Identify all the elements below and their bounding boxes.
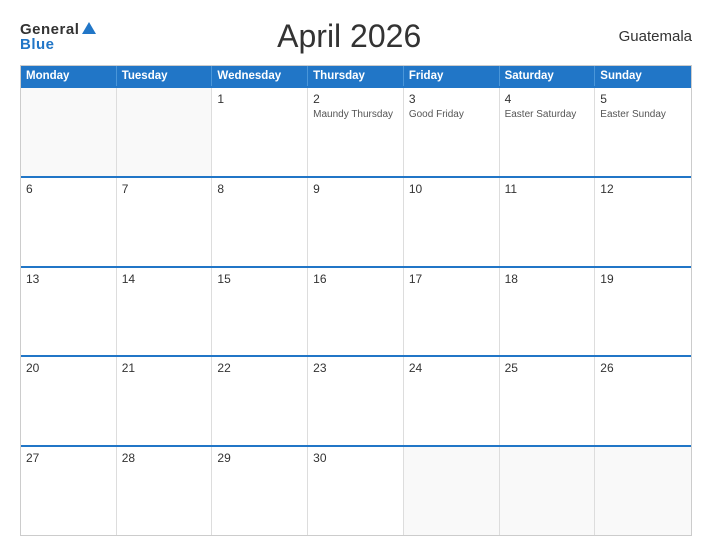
day-number: 27 (26, 451, 111, 465)
holiday-label: Easter Saturday (505, 109, 577, 120)
calendar-header: Monday Tuesday Wednesday Thursday Friday… (21, 66, 691, 86)
header-friday: Friday (404, 66, 500, 86)
country-label: Guatemala (602, 28, 692, 45)
header-wednesday: Wednesday (212, 66, 308, 86)
calendar-body: 12 Maundy Thursday 3 Good Friday 4 Easter Sat… (21, 86, 691, 535)
day-number: 5 (600, 92, 686, 106)
calendar-cell-w1-d7: 5 Easter Sunday (595, 88, 691, 176)
calendar-cell-w4-d1: 20 (21, 357, 117, 445)
week-row-3: 13 14 15 16 17 18 19 (21, 266, 691, 356)
calendar-cell-w1-d2 (117, 88, 213, 176)
calendar-cell-w3-d3: 15 (212, 268, 308, 356)
calendar-cell-w5-d7 (595, 447, 691, 535)
header-thursday: Thursday (308, 66, 404, 86)
calendar-cell-w3-d1: 13 (21, 268, 117, 356)
calendar-cell-w2-d1: 6 (21, 178, 117, 266)
day-number: 16 (313, 272, 398, 286)
day-number: 6 (26, 182, 111, 196)
header-tuesday: Tuesday (117, 66, 213, 86)
calendar-cell-w2-d6: 11 (500, 178, 596, 266)
header-sunday: Sunday (595, 66, 691, 86)
day-number: 3 (409, 92, 494, 106)
day-number: 8 (217, 182, 302, 196)
calendar-page: General Blue April 2026 Guatemala Monday… (0, 0, 712, 550)
calendar-cell-w2-d5: 10 (404, 178, 500, 266)
calendar-cell-w4-d6: 25 (500, 357, 596, 445)
day-number: 4 (505, 92, 590, 106)
day-number: 11 (505, 182, 590, 196)
header-saturday: Saturday (500, 66, 596, 86)
calendar-cell-w4-d3: 22 (212, 357, 308, 445)
calendar-cell-w1-d4: 2 Maundy Thursday (308, 88, 404, 176)
day-number: 29 (217, 451, 302, 465)
day-number: 24 (409, 361, 494, 375)
week-row-5: 27 28 29 30 (21, 445, 691, 535)
day-number: 21 (122, 361, 207, 375)
day-number: 18 (505, 272, 590, 286)
calendar-cell-w3-d2: 14 (117, 268, 213, 356)
day-number: 23 (313, 361, 398, 375)
holiday-label: Easter Sunday (600, 109, 666, 120)
day-number: 13 (26, 272, 111, 286)
day-number: 15 (217, 272, 302, 286)
calendar-cell-w1-d3: 1 (212, 88, 308, 176)
day-number: 25 (505, 361, 590, 375)
page-header: General Blue April 2026 Guatemala (20, 18, 692, 55)
calendar-cell-w3-d5: 17 (404, 268, 500, 356)
holiday-label: Maundy Thursday (313, 109, 393, 120)
calendar-cell-w4-d7: 26 (595, 357, 691, 445)
calendar-cell-w3-d6: 18 (500, 268, 596, 356)
day-number: 10 (409, 182, 494, 196)
day-number: 12 (600, 182, 686, 196)
calendar-cell-w2-d2: 7 (117, 178, 213, 266)
calendar-cell-w1-d5: 3 Good Friday (404, 88, 500, 176)
calendar-cell-w2-d3: 8 (212, 178, 308, 266)
calendar-cell-w5-d6 (500, 447, 596, 535)
calendar-cell-w5-d3: 29 (212, 447, 308, 535)
week-row-2: 6789 10 11 12 (21, 176, 691, 266)
day-number: 26 (600, 361, 686, 375)
day-number: 7 (122, 182, 207, 196)
calendar-cell-w4-d2: 21 (117, 357, 213, 445)
logo-general-text: General (20, 22, 79, 37)
calendar-cell-w2-d7: 12 (595, 178, 691, 266)
day-number: 2 (313, 92, 398, 106)
calendar-cell-w1-d6: 4 Easter Saturday (500, 88, 596, 176)
day-number: 20 (26, 361, 111, 375)
calendar-cell-w2-d4: 9 (308, 178, 404, 266)
day-number: 22 (217, 361, 302, 375)
week-row-4: 20 21 22 23 24 25 26 (21, 355, 691, 445)
day-number: 19 (600, 272, 686, 286)
page-title: April 2026 (96, 18, 602, 55)
day-number: 28 (122, 451, 207, 465)
calendar-cell-w4-d5: 24 (404, 357, 500, 445)
logo: General Blue (20, 22, 96, 52)
day-number: 17 (409, 272, 494, 286)
day-number: 14 (122, 272, 207, 286)
day-number: 9 (313, 182, 398, 196)
calendar-cell-w5-d4: 30 (308, 447, 404, 535)
header-monday: Monday (21, 66, 117, 86)
logo-blue-text: Blue (20, 37, 55, 52)
calendar-cell-w4-d4: 23 (308, 357, 404, 445)
calendar-grid: Monday Tuesday Wednesday Thursday Friday… (20, 65, 692, 536)
day-number: 30 (313, 451, 398, 465)
calendar-cell-w5-d2: 28 (117, 447, 213, 535)
week-row-1: 12 Maundy Thursday 3 Good Friday 4 Easter Sat… (21, 86, 691, 176)
logo-triangle-icon (82, 22, 96, 34)
calendar-cell-w5-d5 (404, 447, 500, 535)
calendar-cell-w1-d1 (21, 88, 117, 176)
holiday-label: Good Friday (409, 109, 464, 120)
calendar-cell-w5-d1: 27 (21, 447, 117, 535)
calendar-cell-w3-d4: 16 (308, 268, 404, 356)
calendar-cell-w3-d7: 19 (595, 268, 691, 356)
day-number: 1 (217, 92, 302, 106)
